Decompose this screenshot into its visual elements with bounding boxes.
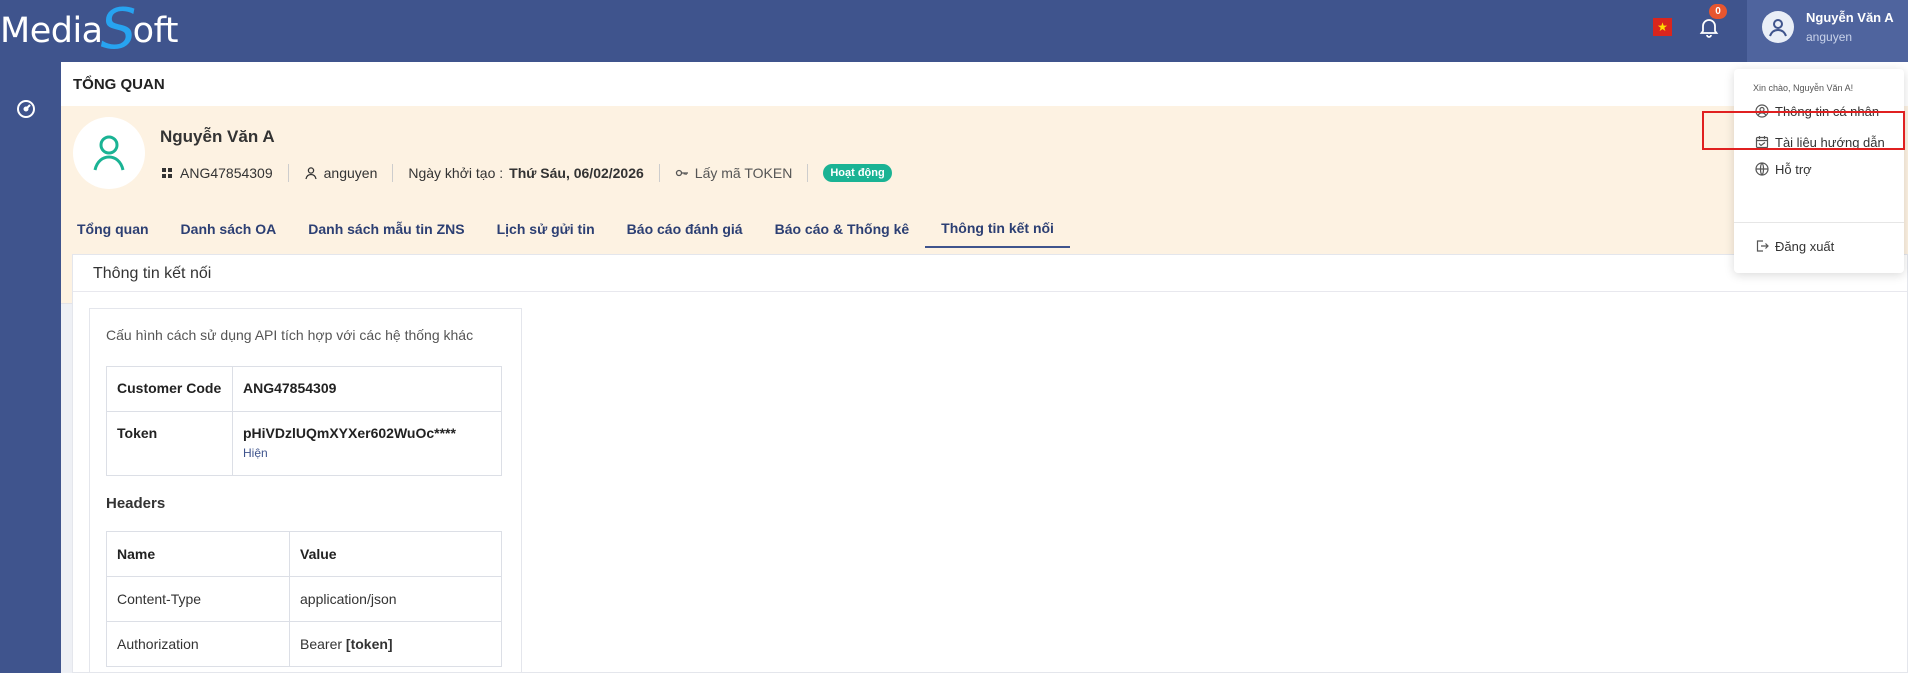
highlight-box: [1702, 111, 1905, 150]
table-header-row: Name Value: [106, 531, 502, 577]
headers-heading: Headers: [106, 495, 166, 512]
token-cell: pHiVDzlUQmXYXer602WuOc**** Hiện: [232, 411, 502, 476]
meta-divider: [287, 164, 289, 182]
credentials-table: Customer Code ANG47854309 Token pHiVDzlU…: [106, 366, 502, 476]
table-row: Customer Code ANG47854309: [106, 366, 502, 412]
brand-logo[interactable]: Media Soft: [0, 0, 179, 62]
table-row: Authorization Bearer [token]: [106, 621, 502, 667]
column-header-name: Name: [106, 531, 290, 577]
logout-icon: [1756, 240, 1769, 252]
menu-item-label: Hỗ trợ: [1775, 161, 1812, 177]
created-date-item: Ngày khởi tạo : Thứ Sáu, 06/02/2026: [408, 165, 643, 181]
customer-code-label: Customer Code: [106, 366, 233, 412]
customer-code-item: ANG47854309: [160, 165, 273, 181]
key-icon: [675, 169, 688, 177]
bearer-text: Bearer: [300, 636, 343, 652]
header-name-cell: Authorization: [106, 621, 290, 667]
page-title-bar: TỔNG QUAN: [61, 62, 1908, 106]
token-label: Token: [106, 411, 233, 476]
greeting-text: Xin chào, Nguyễn Văn A!: [1753, 83, 1854, 93]
meta-divider: [392, 164, 394, 182]
page-title: TỔNG QUAN: [73, 76, 165, 93]
globe-icon: [1755, 162, 1769, 176]
menu-item-support[interactable]: Hỗ trợ: [1734, 154, 1904, 184]
notification-count-badge: 0: [1709, 4, 1727, 19]
header-name-cell: Content-Type: [106, 576, 290, 622]
tab-reports-stats[interactable]: Báo cáo & Thống kê: [759, 210, 926, 248]
user-menu-toggle[interactable]: Nguyễn Văn A anguyen: [1747, 0, 1908, 62]
tab-rating-report[interactable]: Báo cáo đánh giá: [611, 210, 759, 248]
header-value-cell: Bearer [token]: [289, 621, 502, 667]
header-user-name: Nguyễn Văn A: [1806, 10, 1894, 25]
customer-code-value: ANG47854309: [232, 366, 502, 412]
created-label: Ngày khởi tạo :: [408, 165, 504, 181]
created-value: Thứ Sáu, 06/02/2026: [509, 165, 644, 181]
table-row: Content-Type application/json: [106, 576, 502, 622]
meta-divider: [658, 164, 660, 182]
profile-meta: ANG47854309 anguyen Ngày khởi tạo : Thứ …: [160, 164, 892, 182]
column-header-value: Value: [289, 531, 502, 577]
grid-dots-icon: [162, 168, 172, 178]
tab-overview[interactable]: Tổng quan: [61, 210, 165, 248]
token-placeholder: [token]: [345, 636, 393, 652]
profile-user-icon: [93, 135, 125, 171]
main-content: TỔNG QUAN Nguyễn Văn A ANG47854309 anguy…: [61, 62, 1908, 673]
menu-item-label: Đăng xuất: [1775, 238, 1835, 254]
user-avatar-icon: [1769, 19, 1787, 37]
user-dropdown-menu: Xin chào, Nguyễn Văn A! Thông tin cá nhâ…: [1734, 69, 1904, 273]
tab-connection-info[interactable]: Thông tin kết nối: [925, 210, 1070, 248]
user-icon: [305, 167, 317, 180]
menu-item-logout[interactable]: Đăng xuất: [1734, 231, 1904, 261]
header-user-login: anguyen: [1806, 30, 1853, 44]
flag-star: ★: [1657, 20, 1668, 34]
menu-divider: [1734, 222, 1904, 223]
status-badge: Hoạt động: [823, 164, 892, 182]
profile-name: Nguyễn Văn A: [160, 127, 275, 146]
vietnam-flag-icon[interactable]: ★: [1653, 18, 1672, 36]
token-value: pHiVDzlUQmXYXer602WuOc****: [243, 425, 456, 441]
username-text: anguyen: [323, 165, 378, 181]
user-avatar: [1762, 11, 1794, 43]
tab-oa-list[interactable]: Danh sách OA: [165, 210, 293, 248]
get-token-text: Lấy mã TOKEN: [694, 165, 793, 181]
api-config-box: Cấu hình cách sử dụng API tích hợp với c…: [89, 308, 522, 673]
customer-code-text: ANG47854309: [180, 165, 273, 181]
get-token-link[interactable]: Lấy mã TOKEN: [675, 165, 793, 181]
headers-table: Name Value Content-Type application/json…: [106, 531, 502, 667]
table-row: Token pHiVDzlUQmXYXer602WuOc**** Hiện: [106, 411, 502, 476]
card-divider: [73, 291, 1907, 292]
profile-avatar: [73, 117, 145, 189]
username-item: anguyen: [304, 165, 378, 181]
profile-tabs: Tổng quan Danh sách OA Danh sách mẫu tin…: [61, 210, 1070, 248]
connection-card: Thông tin kết nối Cấu hình cách sử dụng …: [72, 254, 1908, 673]
logo-text-media: Media: [0, 11, 103, 51]
tab-send-history[interactable]: Lịch sử gửi tin: [481, 210, 611, 248]
show-token-link[interactable]: Hiện: [243, 446, 491, 460]
logo-text-oft: oft: [132, 11, 179, 51]
top-navbar: Media Soft ★ 0 Nguyễn Văn A anguyen: [0, 0, 1908, 62]
dashboard-gauge-icon[interactable]: [15, 98, 37, 120]
logo-s-mark: S: [100, 0, 137, 62]
api-config-description: Cấu hình cách sử dụng API tích hợp với c…: [106, 327, 474, 343]
meta-divider: [807, 164, 809, 182]
tab-zns-templates[interactable]: Danh sách mẫu tin ZNS: [292, 210, 480, 248]
sidebar: [0, 62, 61, 673]
header-value-cell: application/json: [289, 576, 502, 622]
connection-card-title: Thông tin kết nối: [93, 265, 212, 282]
